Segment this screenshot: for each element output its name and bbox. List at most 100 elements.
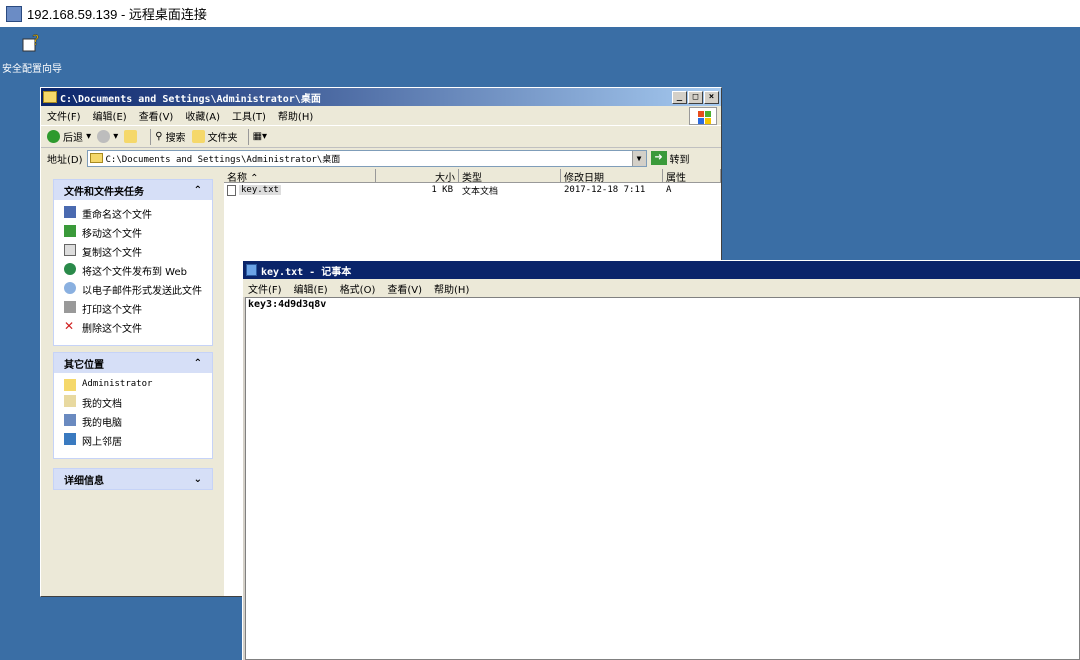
explorer-title: C:\Documents and Settings\Administrator\…: [60, 93, 321, 105]
toolbar-divider: [247, 128, 249, 145]
np-menu-file[interactable]: 文件(F): [248, 281, 282, 296]
file-row[interactable]: key.txt 1 KB 文本文档 2017-12-18 7:11 A: [224, 183, 721, 197]
address-value: C:\Documents and Settings\Administrator\…: [105, 154, 341, 165]
up-folder-icon: [124, 130, 138, 143]
globe-icon: [64, 263, 76, 275]
collapse-icon[interactable]: ⌃: [194, 358, 202, 369]
go-arrow-icon: ➜: [650, 151, 667, 165]
task-print[interactable]: 打印这个文件: [64, 301, 202, 316]
address-input[interactable]: C:\Documents and Settings\Administrator\…: [86, 149, 647, 167]
column-attributes[interactable]: 属性: [663, 169, 721, 184]
go-button[interactable]: ➜ 转到: [650, 151, 690, 166]
desktop-icon-security-wizard[interactable]: ? 安全配置向导: [0, 31, 64, 75]
notepad-title: key.txt - 记事本: [261, 266, 352, 278]
file-modified: 2017-12-18 7:11: [564, 185, 646, 195]
printer-icon: [64, 301, 76, 313]
menu-file[interactable]: 文件(F): [47, 108, 81, 123]
menu-help[interactable]: 帮助(H): [278, 108, 313, 123]
folder-icon: [64, 379, 76, 391]
column-name[interactable]: 名称 ⌃: [224, 169, 376, 184]
svg-text:?: ?: [32, 33, 39, 49]
explorer-titlebar[interactable]: C:\Documents and Settings\Administrator\…: [41, 88, 721, 106]
back-arrow-icon: [47, 130, 60, 143]
remote-desktop-icon: [6, 5, 22, 22]
other-places-title: 其它位置: [64, 359, 104, 371]
details-title: 详细信息: [64, 475, 104, 487]
folder-icon: [43, 91, 57, 103]
notepad-menubar: 文件(F) 编辑(E) 格式(O) 查看(V) 帮助(H): [243, 279, 1080, 297]
rdp-titlebar: 192.168.59.139 - 远程桌面连接: [0, 0, 1080, 27]
up-folder-button[interactable]: [124, 130, 140, 143]
file-size: 1 KB: [431, 185, 453, 195]
notepad-icon: [246, 264, 257, 276]
np-menu-format[interactable]: 格式(O): [340, 281, 376, 296]
minimize-button[interactable]: _: [672, 90, 687, 104]
task-email[interactable]: 以电子邮件形式发送此文件: [64, 282, 202, 297]
text-file-icon: [227, 184, 236, 196]
address-label: 地址(D): [47, 154, 83, 166]
delete-icon: ✕: [64, 319, 75, 333]
file-list-header: 名称 ⌃ 大小 类型 修改日期 属性: [224, 169, 721, 184]
menu-tools[interactable]: 工具(T): [232, 108, 266, 123]
close-button[interactable]: ×: [704, 90, 719, 104]
views-icon: ▦▾: [252, 131, 268, 142]
search-button[interactable]: ⚲ 搜索: [155, 129, 185, 144]
menu-view[interactable]: 查看(V): [139, 108, 174, 123]
file-attributes: A: [666, 185, 672, 195]
folder-icon: [89, 153, 103, 163]
toolbar-divider: [150, 128, 152, 145]
documents-icon: [64, 395, 76, 407]
email-icon: [64, 282, 76, 294]
column-size[interactable]: 大小: [376, 169, 459, 184]
column-type[interactable]: 类型: [459, 169, 561, 184]
rdp-title-text: 192.168.59.139 - 远程桌面连接: [27, 7, 207, 22]
search-icon: ⚲: [155, 131, 163, 142]
place-my-computer[interactable]: 我的电脑: [64, 414, 202, 429]
forward-button[interactable]: ▾: [97, 130, 118, 143]
maximize-button[interactable]: □: [688, 90, 703, 104]
search-label: 搜索: [165, 133, 186, 144]
folders-button[interactable]: 文件夹: [191, 129, 238, 144]
chevron-down-icon[interactable]: ▼: [631, 150, 646, 166]
place-administrator[interactable]: Administrator: [64, 379, 202, 391]
notepad-content: key3:4d9d3q8v: [248, 299, 327, 310]
folders-label: 文件夹: [207, 133, 238, 144]
other-places-header[interactable]: 其它位置 ⌃: [54, 353, 212, 373]
back-button[interactable]: 后退 ▾: [47, 129, 91, 144]
task-copy[interactable]: 复制这个文件: [64, 244, 202, 259]
column-modified[interactable]: 修改日期: [561, 169, 663, 184]
rename-icon: [64, 206, 76, 218]
computer-icon: [64, 414, 76, 426]
go-label: 转到: [669, 154, 690, 166]
back-label: 后退: [63, 133, 83, 144]
notepad-titlebar[interactable]: key.txt - 记事本: [243, 261, 1080, 279]
forward-arrow-icon: [97, 130, 111, 143]
details-header[interactable]: 详细信息 ⌄: [54, 469, 212, 489]
task-delete[interactable]: ✕ 删除这个文件: [64, 320, 202, 335]
task-rename[interactable]: 重命名这个文件: [64, 206, 202, 221]
file-tasks-panel: 文件和文件夹任务 ⌃ 重命名这个文件 移动这个文件 复制这个文件 将这个文件发布…: [53, 179, 213, 346]
menu-favorites[interactable]: 收藏(A): [185, 108, 220, 123]
explorer-menubar: 文件(F) 编辑(E) 查看(V) 收藏(A) 工具(T) 帮助(H): [41, 106, 721, 126]
views-button[interactable]: ▦▾: [253, 131, 267, 142]
task-move[interactable]: 移动这个文件: [64, 225, 202, 240]
menu-edit[interactable]: 编辑(E): [93, 108, 127, 123]
desktop: ? 安全配置向导 C:\Documents and Settings\Admin…: [0, 27, 1080, 660]
explorer-toolbar: 后退 ▾ ▾ ⚲ 搜索 文件夹 ▦▾: [41, 126, 721, 148]
copy-icon: [64, 244, 76, 256]
file-tasks-title: 文件和文件夹任务: [64, 186, 144, 198]
windows-logo-icon: [689, 107, 717, 125]
file-tasks-header[interactable]: 文件和文件夹任务 ⌃: [54, 180, 212, 200]
task-publish-web[interactable]: 将这个文件发布到 Web: [64, 263, 202, 278]
file-name: key.txt: [239, 185, 281, 195]
np-menu-edit[interactable]: 编辑(E): [294, 281, 328, 296]
move-icon: [64, 225, 76, 237]
np-menu-view[interactable]: 查看(V): [387, 281, 422, 296]
expand-icon[interactable]: ⌄: [194, 474, 202, 485]
watermark: 七芒星实验室: [934, 602, 1042, 623]
file-type: 文本文档: [462, 186, 499, 197]
place-my-documents[interactable]: 我的文档: [64, 395, 202, 410]
np-menu-help[interactable]: 帮助(H): [434, 281, 469, 296]
place-network[interactable]: 网上邻居: [64, 433, 202, 448]
collapse-icon[interactable]: ⌃: [194, 185, 202, 196]
